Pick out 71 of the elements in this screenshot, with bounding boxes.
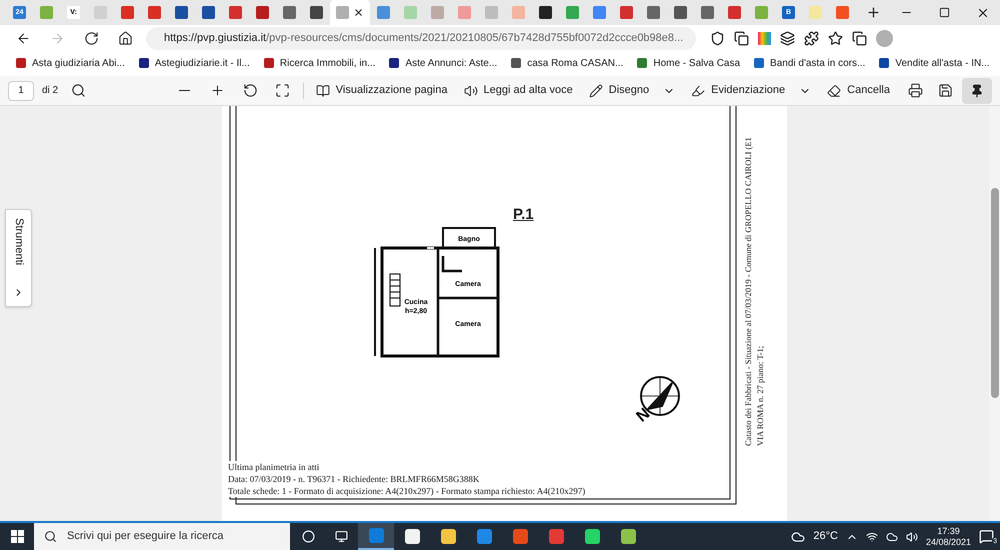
speaker-icon[interactable] (906, 530, 918, 542)
footer-text: Data: 07/03/2019 - n. T96371 - Richiedente: BRLMFR66M58G388K (228, 473, 480, 485)
bookmark[interactable]: Bandi d'asta in cors... (754, 56, 866, 70)
toolbar-button[interactable]: Leggi ad alta voce (460, 78, 577, 102)
back-icon (16, 31, 30, 46)
palette-icon[interactable] (758, 32, 771, 45)
clock-date: 24/08/2021 (926, 536, 971, 548)
bookmark-label: Vendite all'asta - IN... (895, 56, 990, 70)
taskbar-search-field[interactable]: Scrivi qui per eseguire la ricerca (34, 523, 290, 550)
shield-icon[interactable] (710, 31, 725, 46)
scrollbar-thumb[interactable] (990, 188, 998, 398)
bookmark[interactable]: Ricerca Immobili, in... (264, 56, 376, 70)
bookmark-label: Asta giudiziaria Abi... (32, 56, 125, 70)
temperature: 26°C (813, 529, 838, 544)
margin-text: Catasto dei Fabbricati - Situazione al 07/03/2019 - Comune di GROPELLO CAIROLI (E1 (743, 137, 754, 446)
toolbar-button[interactable]: Visualizzazione pagina (312, 78, 452, 102)
bookmark-label: casa Roma CASAN... (527, 56, 624, 70)
bookmark-label: Ricerca Immobili, in... (280, 56, 376, 70)
page-number-field[interactable]: 1 (8, 80, 34, 100)
layers-icon[interactable] (780, 31, 795, 46)
toolbar-button[interactable]: Disegno (584, 78, 680, 102)
bookmark[interactable]: Asta giudiziaria Abi... (16, 56, 125, 70)
print-icon (908, 83, 922, 98)
footer-text: Ultima planimetria in atti (228, 461, 320, 473)
page-count: di 2 (42, 84, 58, 98)
footer-text: Totale schede: 1 - Formato di acquisizione: A4(210x297) - Formato stampa richiesto: A4(210x297) (228, 485, 586, 497)
rotate-icon (242, 83, 258, 98)
pin-toolbar-button[interactable] (962, 78, 992, 104)
page-heading: P.1 (513, 205, 534, 225)
notifications-icon[interactable] (979, 529, 994, 544)
bookmark[interactable]: Home - Salva Casa (637, 56, 740, 70)
forward-icon (50, 31, 64, 46)
wifi-icon[interactable] (866, 530, 878, 542)
margin-text: VIA ROMA n. 27 piano: T-1; (755, 346, 766, 446)
clock-time: 17:39 (937, 526, 960, 536)
fit-page-icon (275, 83, 290, 98)
bookmark-label: Aste Annunci: Aste... (405, 56, 498, 70)
zoom-in-icon (210, 83, 226, 98)
save-icon (938, 83, 952, 98)
pen-icon (588, 84, 603, 98)
pin-icon (970, 84, 984, 98)
tools-panel-tab[interactable]: Strumenti (5, 209, 32, 307)
toolbar-button[interactable]: Cancella (823, 78, 894, 102)
toolbar-button[interactable]: Evidenziazione (687, 78, 816, 102)
bookmark[interactable]: Astegiudiziarie.it - Il... (138, 56, 250, 70)
bookmark-label: Astegiudiziarie.it - Il... (154, 56, 250, 70)
home-icon (118, 31, 132, 46)
bookmark-label: Home - Salva Casa (653, 56, 740, 70)
bookmark[interactable]: casa Roma CASAN... (511, 56, 624, 70)
favorites-icon[interactable] (828, 31, 843, 46)
close-icon (353, 7, 364, 18)
bookmark[interactable]: Aste Annunci: Aste... (389, 56, 498, 70)
address-field[interactable]: https://pvp.giustizia.it/pvp-resources/cms/documents/2021/20210805/67b7428d755bf0072d2ccce0b98e8... (146, 27, 696, 50)
bookmark[interactable]: Vendite all'asta - IN... (879, 56, 990, 70)
extensions-icon[interactable] (804, 31, 819, 46)
minus-icon (179, 90, 190, 92)
search-icon (44, 530, 57, 543)
weather-icon[interactable] (791, 530, 806, 544)
eraser-icon (827, 84, 842, 98)
search-icon (70, 83, 86, 98)
maximize-icon[interactable] (939, 7, 950, 18)
url-text: https://pvp.giustizia.it/pvp-resources/cms/documents/2021/20210805/67b7428d755bf0072d2ccce0b98e8... (164, 31, 684, 46)
speaker-icon (464, 84, 478, 98)
highlighter-icon (691, 84, 706, 98)
book-icon (316, 84, 330, 98)
search-input[interactable]: Scrivi qui per eseguire la ricerca (67, 528, 267, 545)
cloud-icon[interactable] (886, 530, 898, 542)
new-tab-icon[interactable] (866, 5, 881, 20)
reload-icon (84, 31, 98, 46)
compass-label: N (634, 405, 654, 426)
bookmark-label: Bandi d'asta in cors... (770, 56, 866, 70)
